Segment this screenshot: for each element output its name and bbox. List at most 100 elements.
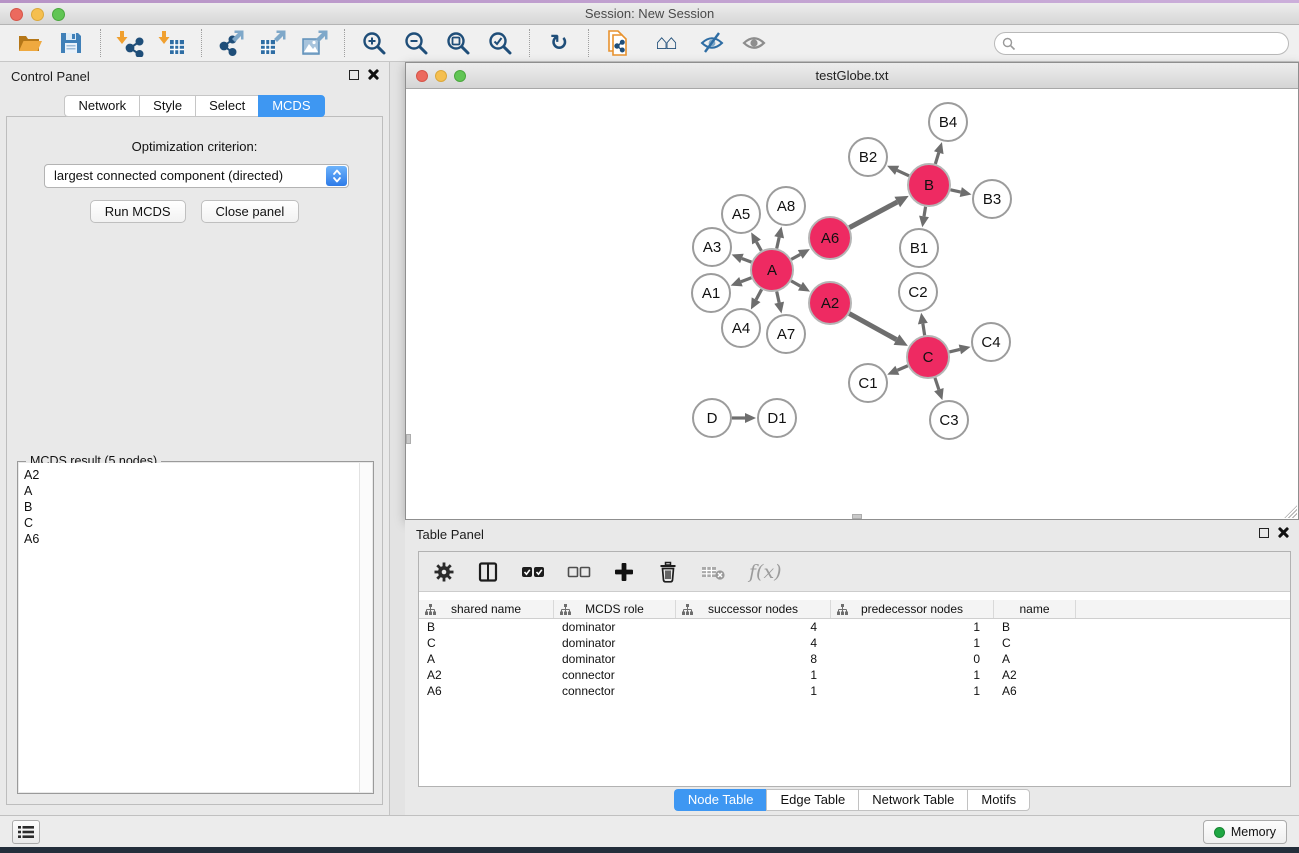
graph-edge-B-B4[interactable] (934, 142, 944, 164)
graph-edge-C-C4[interactable] (949, 345, 970, 355)
graph-node-B4[interactable]: B4 (929, 103, 967, 141)
export-image-icon[interactable] (300, 28, 330, 58)
close-table-panel-icon[interactable] (1278, 527, 1289, 538)
new-network-from-selection-icon[interactable] (603, 28, 633, 58)
table-cell[interactable]: 4 (676, 619, 831, 635)
graph-edge-C-C1[interactable] (887, 366, 908, 375)
table-cell[interactable]: A (419, 651, 554, 667)
table-row[interactable]: Bdominator41B (419, 619, 1290, 635)
delete-column-trash-icon[interactable] (657, 561, 679, 583)
window-titlebar[interactable]: Session: New Session (0, 3, 1299, 25)
table-cell[interactable]: C (994, 635, 1076, 651)
table-cell[interactable]: A2 (419, 667, 554, 683)
column-header-successor-nodes[interactable]: successor nodes (676, 600, 831, 618)
table-cell[interactable]: dominator (554, 651, 676, 667)
search-input[interactable] (1016, 35, 1288, 53)
graph-node-A[interactable]: A (751, 249, 793, 291)
refresh-layout-icon[interactable]: ↻ (544, 28, 574, 58)
result-item[interactable]: A6 (24, 531, 372, 547)
zoom-fit-icon[interactable] (443, 28, 473, 58)
task-history-button[interactable] (12, 820, 40, 844)
tab-network-table[interactable]: Network Table (858, 789, 967, 811)
table-settings-gear-icon[interactable] (433, 561, 455, 583)
mcds-result-list[interactable]: A2ABCA6 (19, 463, 372, 792)
result-scrollbar[interactable] (359, 463, 372, 792)
graph-node-B1[interactable]: B1 (900, 229, 938, 267)
graph-node-C4[interactable]: C4 (972, 323, 1010, 361)
graph-edge-A-A6[interactable] (791, 249, 810, 259)
select-all-icon[interactable] (521, 561, 545, 583)
graph-edge-A6-B[interactable] (849, 196, 908, 228)
network-window-titlebar[interactable]: testGlobe.txt (406, 63, 1298, 89)
table-row[interactable]: A2connector11A2 (419, 667, 1290, 683)
table-cell[interactable]: A (994, 651, 1076, 667)
graph-node-D1[interactable]: D1 (758, 399, 796, 437)
table-cell[interactable]: 0 (831, 651, 994, 667)
column-header-name[interactable]: name (994, 600, 1076, 618)
show-columns-icon[interactable] (477, 561, 499, 583)
graph-node-B2[interactable]: B2 (849, 138, 887, 176)
network-canvas[interactable]: B4B2BB3A5A8A6B1A3AA1C2A2A4A7C4CC1DD1C3 (406, 89, 1298, 519)
float-table-panel-icon[interactable] (1259, 528, 1269, 538)
tab-mcds[interactable]: MCDS (258, 95, 324, 117)
graph-edge-A-A4[interactable] (751, 289, 762, 309)
graph-edge-B-B2[interactable] (887, 166, 909, 176)
float-panel-icon[interactable] (349, 70, 359, 80)
table-cell[interactable]: 1 (831, 635, 994, 651)
tab-style[interactable]: Style (139, 95, 195, 117)
graph-edge-A-A1[interactable] (731, 277, 752, 286)
table-cell[interactable]: 1 (831, 619, 994, 635)
table-cell[interactable]: dominator (554, 619, 676, 635)
import-network-icon[interactable] (115, 28, 145, 58)
tab-network[interactable]: Network (64, 95, 139, 117)
canvas-bottom-handle[interactable] (852, 514, 862, 519)
graph-edge-D-D1[interactable] (732, 413, 756, 423)
table-cell[interactable]: B (419, 619, 554, 635)
add-column-plus-icon[interactable] (613, 561, 635, 583)
graph-node-A7[interactable]: A7 (767, 315, 805, 353)
result-item[interactable]: A2 (24, 467, 372, 483)
tab-select[interactable]: Select (195, 95, 258, 117)
tab-motifs[interactable]: Motifs (967, 789, 1030, 811)
graph-node-B3[interactable]: B3 (973, 180, 1011, 218)
graph-edge-A2-C[interactable] (849, 314, 908, 346)
table-row[interactable]: Cdominator41C (419, 635, 1290, 651)
close-panel-icon[interactable] (368, 69, 379, 80)
graph-edge-A-A3[interactable] (732, 254, 752, 263)
canvas-left-handle[interactable] (406, 434, 411, 444)
table-cell[interactable]: A2 (994, 667, 1076, 683)
graph-node-C2[interactable]: C2 (899, 273, 937, 311)
graph-node-A8[interactable]: A8 (767, 187, 805, 225)
graph-edge-A-A8[interactable] (774, 227, 784, 249)
close-panel-button[interactable]: Close panel (201, 200, 300, 223)
graph-node-A3[interactable]: A3 (693, 228, 731, 266)
hide-selected-eye-icon[interactable] (697, 28, 727, 58)
table-cell[interactable]: 1 (676, 683, 831, 699)
first-neighbors-icon[interactable]: ⌂⌂ (645, 28, 685, 58)
graph-node-C[interactable]: C (907, 336, 949, 378)
graph-node-D[interactable]: D (693, 399, 731, 437)
table-row[interactable]: A6connector11A6 (419, 683, 1290, 699)
unselect-all-icon[interactable] (567, 561, 591, 583)
import-table-icon[interactable] (157, 28, 187, 58)
table-row[interactable]: Adominator80A (419, 651, 1290, 667)
export-network-icon[interactable] (216, 28, 246, 58)
graph-node-A2[interactable]: A2 (809, 282, 851, 324)
graph-node-C3[interactable]: C3 (930, 401, 968, 439)
memory-button[interactable]: Memory (1203, 820, 1287, 844)
open-session-icon[interactable] (14, 28, 44, 58)
tab-edge-table[interactable]: Edge Table (766, 789, 858, 811)
result-item[interactable]: A (24, 483, 372, 499)
table-cell[interactable]: C (419, 635, 554, 651)
zoom-selected-icon[interactable] (485, 28, 515, 58)
table-cell[interactable]: 4 (676, 635, 831, 651)
zoom-in-icon[interactable] (359, 28, 389, 58)
table-cell[interactable]: B (994, 619, 1076, 635)
result-item[interactable]: C (24, 515, 372, 531)
table-cell[interactable]: dominator (554, 635, 676, 651)
table-cell[interactable]: connector (554, 683, 676, 699)
result-item[interactable]: B (24, 499, 372, 515)
graph-edge-A-A7[interactable] (774, 291, 784, 313)
criterion-dropdown[interactable]: largest connected component (directed) (44, 164, 349, 188)
graph-edge-A-A2[interactable] (791, 281, 810, 292)
